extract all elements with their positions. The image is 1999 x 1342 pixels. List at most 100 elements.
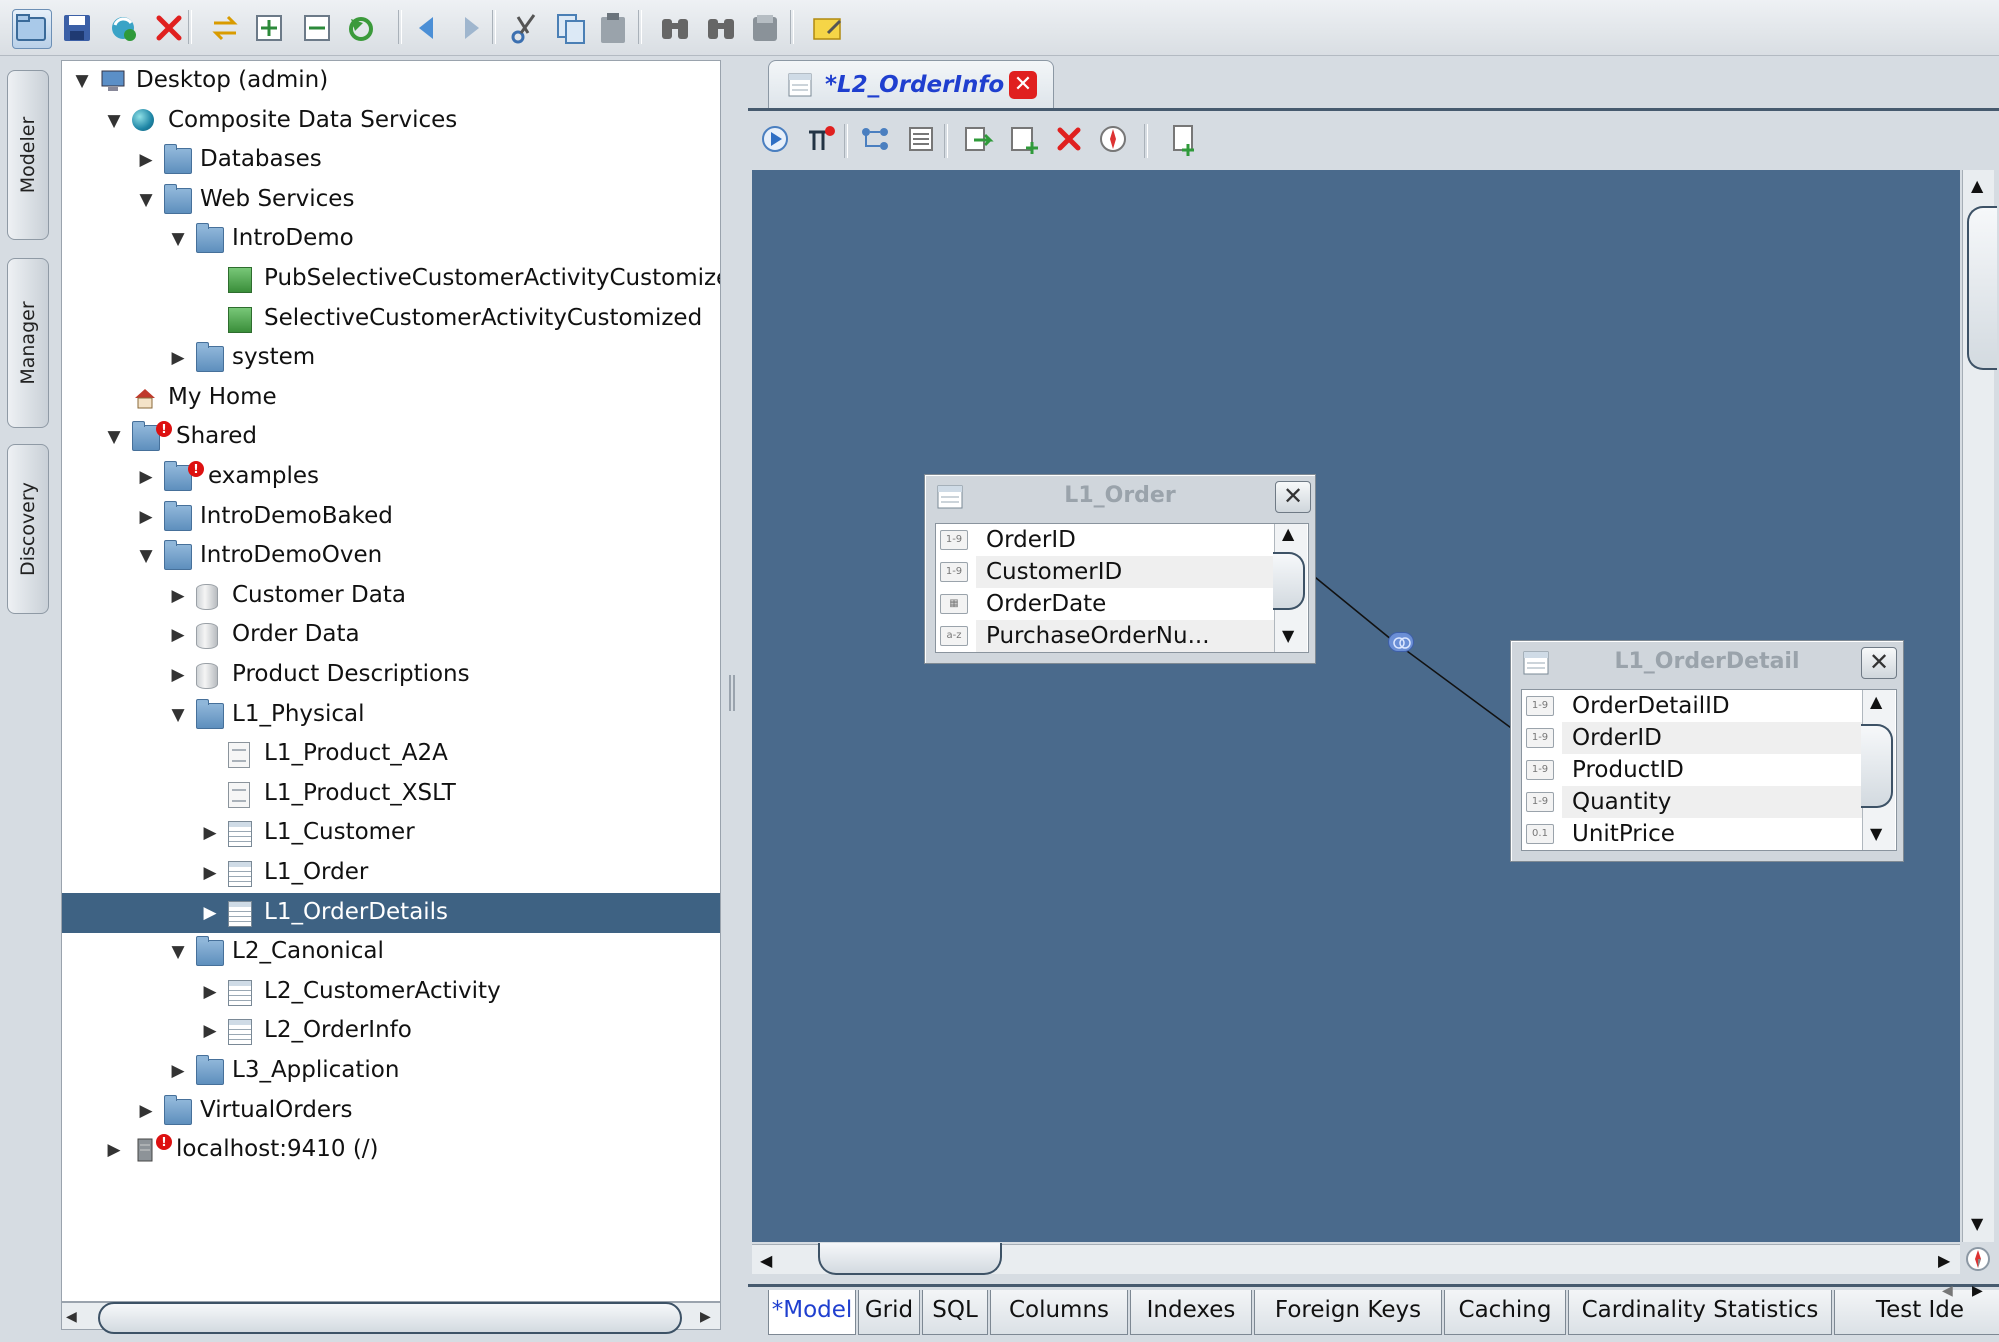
remove-icon[interactable] <box>1052 122 1086 156</box>
tree-item[interactable]: PubSelectiveCustomerActivityCustomized <box>62 259 720 299</box>
resource-tree[interactable]: ▼ Desktop (admin) ▼ Composite Data Services… <box>61 60 721 1302</box>
tree-item[interactable]: ▶ L2_CustomerActivity <box>62 972 720 1012</box>
collapse-all-icon[interactable] <box>298 9 336 47</box>
column-scroll-thumb[interactable] <box>1861 724 1893 808</box>
column-list[interactable]: 1-9 OrderID 1-9 CustomerID ▦ OrderDate a-z Purc… <box>935 523 1309 653</box>
tree-item[interactable]: ▼ Web Services <box>62 180 720 220</box>
print-icon[interactable] <box>746 9 784 47</box>
canvas-vertical-scrollbar[interactable]: ▲ ▼ <box>1962 170 1997 1242</box>
open-icon[interactable] <box>12 9 52 49</box>
bottom-tab[interactable]: Columns <box>990 1290 1128 1335</box>
scroll-down-icon[interactable]: ▼ <box>1282 626 1294 645</box>
table-column-row[interactable]: 1-9 OrderID <box>1522 722 1896 754</box>
column-list[interactable]: 1-9 OrderDetailID 1-9 OrderID 1-9 ProductID 1-… <box>1521 689 1897 851</box>
table-l1-order[interactable]: L1_Order ✕ 1-9 OrderID 1-9 CustomerID ▦ Order… <box>924 474 1316 664</box>
expand-arrow-icon[interactable]: ▶ <box>200 972 220 1012</box>
table-column-row[interactable]: ▦ OrderDate <box>936 588 1308 620</box>
save-icon[interactable] <box>58 9 96 47</box>
scroll-left-icon[interactable]: ◀ <box>760 1251 772 1270</box>
refresh-icon[interactable] <box>104 9 142 47</box>
back-icon[interactable] <box>408 9 446 47</box>
collapse-arrow-icon[interactable]: ▼ <box>136 180 156 220</box>
expand-arrow-icon[interactable]: ▶ <box>168 655 188 695</box>
tab-l2-orderinfo[interactable]: *L2_OrderInfo ✕ <box>768 60 1054 110</box>
export-icon[interactable] <box>960 122 994 156</box>
tree-item[interactable]: ▶ VirtualOrders <box>62 1091 720 1131</box>
expand-arrow-icon[interactable]: ▶ <box>200 1011 220 1051</box>
table-column-row[interactable]: 1-9 CustomerID <box>936 556 1308 588</box>
tree-item[interactable]: ▶ L2_OrderInfo <box>62 1011 720 1051</box>
tree-item[interactable]: ▶ L1_Customer <box>62 813 720 853</box>
tree-scroll-thumb[interactable] <box>98 1302 682 1334</box>
close-table-icon[interactable]: ✕ <box>1275 481 1311 513</box>
bottom-tab[interactable]: Grid <box>858 1290 920 1335</box>
forward-icon[interactable] <box>452 9 490 47</box>
canvas-horizontal-scrollbar[interactable]: ◀ ▶ <box>752 1243 1960 1275</box>
bottom-tab[interactable]: *Model <box>768 1290 856 1335</box>
table-l1-orderdetail[interactable]: L1_OrderDetail ✕ 1-9 OrderDetailID 1-9 Orde… <box>1510 640 1904 862</box>
join-icon[interactable] <box>858 122 892 156</box>
tree-item[interactable]: ▼ L2_Canonical <box>62 932 720 972</box>
table-title[interactable]: L1_Order <box>925 483 1315 508</box>
table-title[interactable]: L1_OrderDetail <box>1511 649 1903 674</box>
tab-manager[interactable]: Manager <box>7 258 49 428</box>
column-list-scrollbar[interactable]: ▲ ▼ <box>1861 690 1895 850</box>
tree-item[interactable]: ▼ Desktop (admin) <box>62 61 720 101</box>
collapse-arrow-icon[interactable]: ▼ <box>72 61 92 101</box>
column-scroll-thumb[interactable] <box>1273 552 1305 610</box>
scroll-right-icon[interactable]: ▶ <box>700 1309 711 1325</box>
table-column-row[interactable]: 1-9 OrderID <box>936 524 1308 556</box>
tree-item[interactable]: My Home <box>62 378 720 418</box>
tree-item[interactable]: ▶ system <box>62 338 720 378</box>
canvas-hscroll-thumb[interactable] <box>818 1243 1002 1275</box>
expand-arrow-icon[interactable]: ▶ <box>136 140 156 180</box>
new-note-icon[interactable] <box>808 9 846 47</box>
collapse-arrow-icon[interactable]: ▼ <box>136 536 156 576</box>
tree-item[interactable]: ▶! localhost:9410 (/) <box>62 1130 720 1170</box>
add-table-icon[interactable] <box>804 122 838 156</box>
expand-arrow-icon[interactable]: ▶ <box>168 576 188 616</box>
canvas-vscroll-thumb[interactable] <box>1967 206 1997 370</box>
tabs-scroll-left-icon[interactable]: ◀ <box>1942 1283 1953 1299</box>
tab-discovery[interactable]: Discovery <box>7 444 49 614</box>
table-column-row[interactable]: a-z PurchaseOrderNu... <box>936 620 1308 652</box>
find-next-icon[interactable] <box>702 9 740 47</box>
bottom-tab[interactable]: SQL <box>922 1290 988 1335</box>
bottom-tab[interactable]: Indexes <box>1130 1290 1252 1335</box>
delete-icon[interactable] <box>150 9 188 47</box>
expand-arrow-icon[interactable]: ▶ <box>168 1051 188 1091</box>
tree-item[interactable]: ▶ IntroDemoBaked <box>62 497 720 537</box>
bottom-tab[interactable]: Foreign Keys <box>1254 1290 1442 1335</box>
tree-item[interactable]: ▶ Customer Data <box>62 576 720 616</box>
tree-item[interactable]: ▼ L1_Physical <box>62 695 720 735</box>
copy-icon[interactable] <box>552 9 590 47</box>
table-column-row[interactable]: 0.1 UnitPrice <box>1522 818 1896 850</box>
collapse-arrow-icon[interactable]: ▼ <box>168 219 188 259</box>
execute-icon[interactable] <box>758 122 792 156</box>
tree-horizontal-scrollbar[interactable]: ◀ ▶ <box>61 1302 721 1334</box>
bottom-tab[interactable]: Cardinality Statistics <box>1568 1290 1832 1335</box>
expand-arrow-icon[interactable]: ▶ <box>168 338 188 378</box>
scroll-up-icon[interactable]: ▲ <box>1282 524 1294 543</box>
table-column-row[interactable]: 1-9 OrderDetailID <box>1522 690 1896 722</box>
tree-item[interactable]: ▶ Databases <box>62 140 720 180</box>
collapse-arrow-icon[interactable]: ▼ <box>104 101 124 141</box>
tree-item[interactable]: ▶ L3_Application <box>62 1051 720 1091</box>
model-canvas[interactable]: L1_Order ✕ 1-9 OrderID 1-9 CustomerID ▦ Order… <box>752 170 1960 1242</box>
scroll-up-icon[interactable]: ▲ <box>1870 692 1882 711</box>
expand-arrow-icon[interactable]: ▶ <box>168 615 188 655</box>
navigate-icon[interactable] <box>1096 122 1130 156</box>
bottom-tab[interactable]: Caching <box>1444 1290 1566 1335</box>
tree-item[interactable]: ▶ Order Data <box>62 615 720 655</box>
find-icon[interactable] <box>656 9 694 47</box>
close-tab-icon[interactable]: ✕ <box>1009 71 1037 99</box>
tab-modeler[interactable]: Modeler <box>7 70 49 240</box>
expand-arrow-icon[interactable]: ▶ <box>200 853 220 893</box>
collapse-arrow-icon[interactable]: ▼ <box>168 695 188 735</box>
expand-arrow-icon[interactable]: ▶ <box>136 497 156 537</box>
collapse-arrow-icon[interactable]: ▼ <box>104 417 124 457</box>
tree-item[interactable]: L1_Product_A2A <box>62 734 720 774</box>
table-column-row[interactable]: 1-9 Quantity <box>1522 786 1896 818</box>
properties-icon[interactable] <box>904 122 938 156</box>
expand-arrow-icon[interactable]: ▶ <box>136 1091 156 1131</box>
